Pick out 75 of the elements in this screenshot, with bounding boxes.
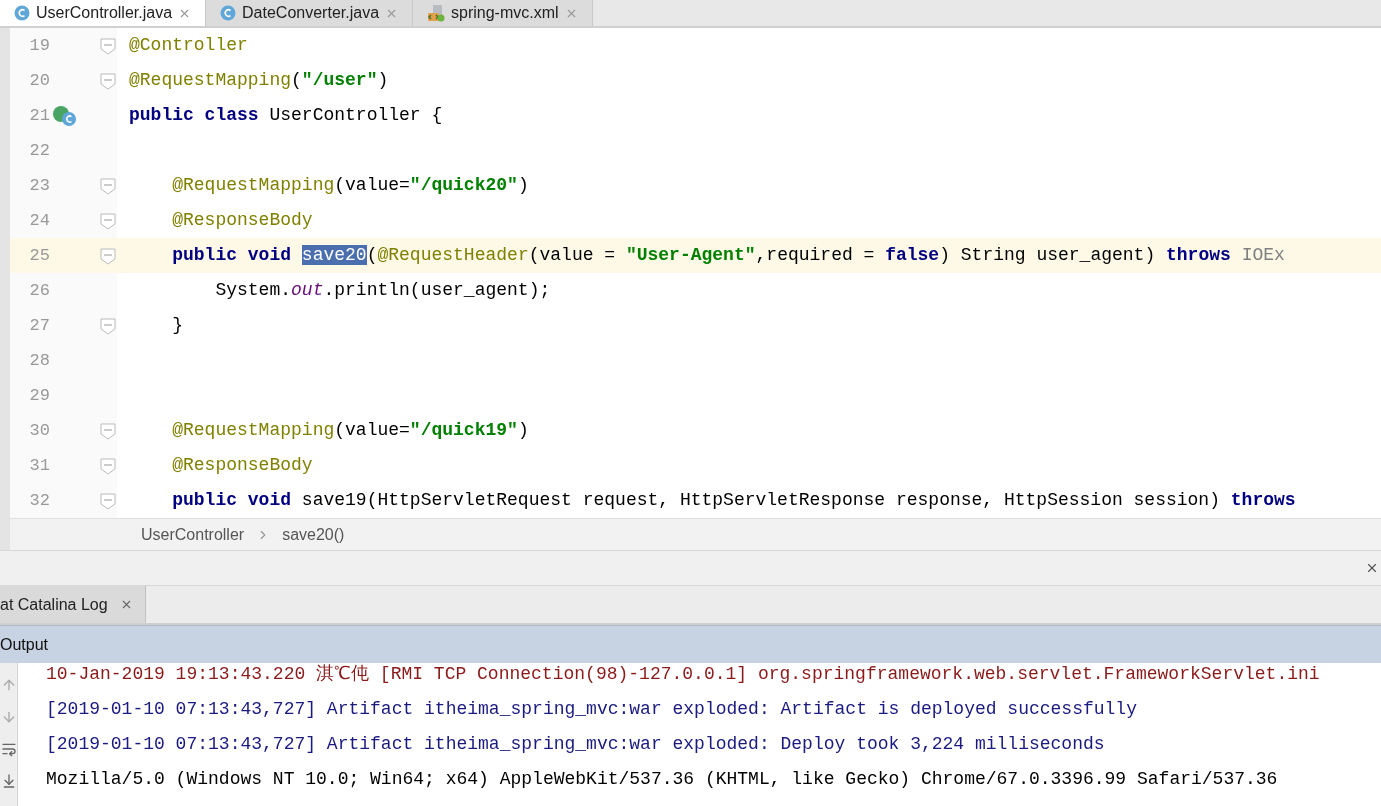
code-token: (value=	[334, 175, 410, 195]
line-number: 30	[28, 419, 50, 442]
xml-file-icon	[427, 4, 446, 22]
line-number: 19	[28, 34, 50, 57]
code-token: @ResponseBody	[171, 210, 313, 230]
breadcrumb-item[interactable]: UserController	[141, 522, 245, 547]
code-token: @RequestMapping	[171, 175, 335, 195]
code-token: @Controller	[129, 35, 248, 55]
code-token: @RequestMapping	[129, 70, 292, 90]
class-file-icon	[220, 5, 237, 21]
line-number: 27	[28, 314, 50, 337]
code-token: IOEx	[1241, 245, 1285, 265]
code-token: (value=	[334, 420, 410, 440]
code-token: "User-Agent"	[625, 245, 756, 265]
code-token: save19(HttpServletRequest request, HttpServletResponse response, HttpSession session)	[301, 490, 1221, 510]
code-token: throws	[1166, 245, 1232, 265]
code-token: UserController {	[269, 105, 443, 125]
code-token: .println(user_agent);	[323, 280, 551, 300]
log-line: 10-Jan-2019 19:13:43.220 淇℃伅 [RMI TCP Connection(98)-127.0.0.1] org.springframework.web.servlet.FrameworkServlet.ini	[46, 663, 1320, 686]
code-token: )	[517, 175, 529, 195]
code-token: @RequestMapping	[171, 420, 335, 440]
fold-marker-icon[interactable]	[99, 36, 117, 55]
fold-marker-icon[interactable]	[99, 176, 117, 195]
code-token: out	[291, 280, 324, 300]
code-token: @ResponseBody	[171, 455, 313, 475]
code-token: public class	[129, 105, 260, 125]
selected-code-token: save20	[301, 245, 367, 265]
close-icon[interactable]	[1365, 561, 1379, 575]
log-line: [2019-01-10 07:13:43,727] Artifact itheima_spring_mvc:war exploded: Deploy took 3,224 milliseconds	[46, 733, 1106, 756]
line-number: 22	[28, 139, 50, 162]
code-token: ) String user_agent)	[939, 245, 1157, 265]
fold-marker-icon[interactable]	[99, 316, 117, 335]
fold-marker-icon[interactable]	[99, 491, 117, 510]
line-number: 23	[28, 174, 50, 197]
code-token: System.	[214, 280, 292, 300]
fold-marker-icon[interactable]	[99, 456, 117, 475]
fold-marker-icon[interactable]	[99, 211, 117, 230]
line-number: 25	[28, 244, 50, 267]
output-header: Output	[0, 625, 1381, 663]
log-line: Mozilla/5.0 (Windows NT 10.0; Win64; x64) AppleWebKit/537.36 (KHTML, like Gecko) Chrome/67.0.3396.99 Safari/537.36	[46, 768, 1279, 791]
fold-marker-icon[interactable]	[99, 421, 117, 440]
line-number: 26	[28, 279, 50, 302]
line-number: 21	[28, 104, 50, 127]
log-line: [2019-01-10 07:13:43,727] Artifact itheima_spring_mvc:war exploded: Artifact is deployed successfully	[46, 698, 1138, 721]
code-token: (value =	[528, 245, 617, 265]
line-number: 29	[28, 384, 50, 407]
code-token: "/user"	[301, 70, 378, 90]
code-token: throws	[1230, 490, 1296, 510]
file-tab[interactable]: UserController.java	[0, 0, 207, 26]
file-tab[interactable]: DateConverter.java	[206, 0, 414, 26]
code-token: }	[171, 315, 183, 335]
fold-marker-icon[interactable]	[99, 71, 117, 90]
bean-class-icon[interactable]	[52, 104, 78, 127]
tool-window-tab[interactable]: at Catalina Log	[0, 586, 146, 623]
code-token: "/quick20"	[409, 175, 518, 195]
breadcrumb-item[interactable]: save20()	[282, 522, 345, 547]
line-number: 31	[28, 454, 50, 477]
code-token: public void	[171, 490, 293, 510]
code-token: "/quick19"	[409, 420, 518, 440]
code-token: false	[885, 245, 940, 265]
code-token: )	[517, 420, 529, 440]
line-number: 20	[28, 69, 50, 92]
line-number: 28	[28, 349, 50, 372]
code-token: ,required =	[755, 245, 876, 265]
line-number: 32	[28, 489, 50, 512]
code-token: )	[377, 70, 389, 90]
line-number: 24	[28, 209, 50, 232]
soft-wrap-icon[interactable]	[0, 741, 17, 757]
class-file-icon	[14, 5, 30, 21]
code-token: (	[366, 245, 378, 265]
file-tab[interactable]: spring-mvc.xml	[413, 0, 593, 26]
code-token: public void	[171, 245, 293, 265]
fold-marker-icon[interactable]	[99, 246, 117, 265]
code-token: @RequestHeader	[377, 245, 529, 265]
code-token: (	[291, 70, 302, 90]
